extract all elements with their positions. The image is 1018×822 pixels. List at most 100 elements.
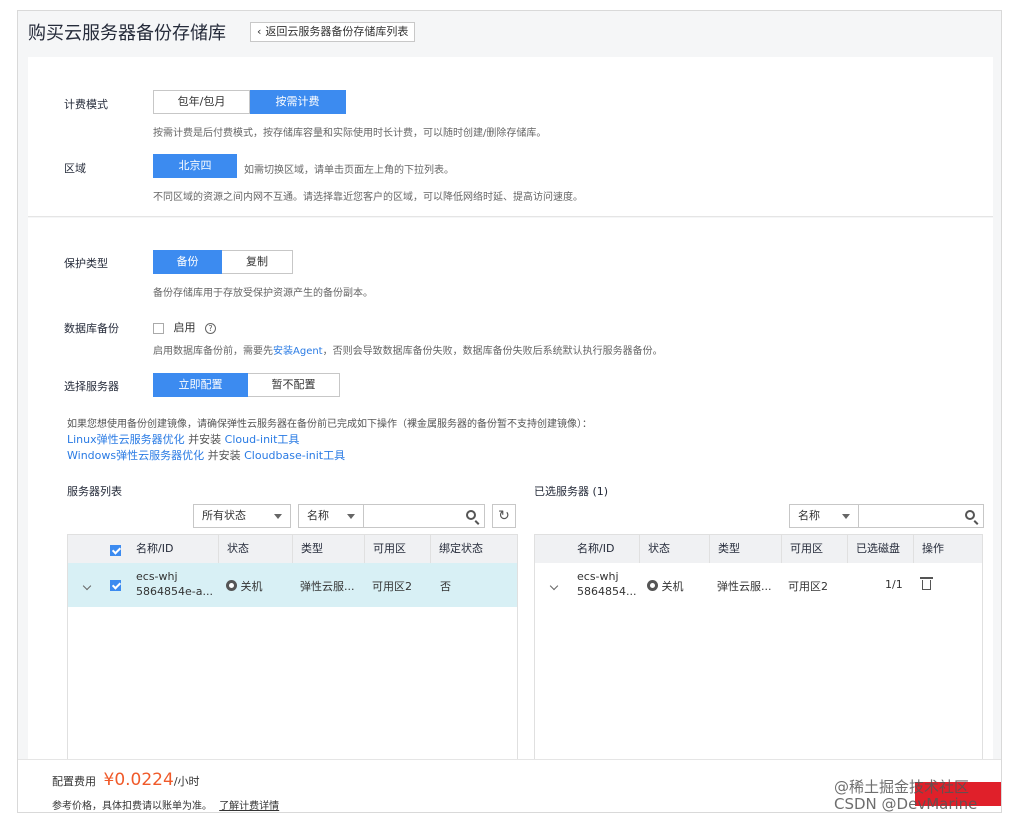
select-server-label: 选择服务器 (64, 380, 119, 393)
server-search-field-value: 名称 (307, 509, 329, 522)
db-backup-toggle[interactable]: 启用 ? (153, 319, 216, 335)
region-hint: 不同区域的资源之间内网不互通。请选择靠近您客户的区域，可以降低网络时延、提高访问… (153, 192, 583, 203)
linux-optimize-link[interactable]: Linux弹性云服务器优化 (67, 433, 185, 446)
check-icon (110, 579, 121, 591)
db-backup-hint-prefix: 启用数据库备份前，需要先 (153, 346, 273, 357)
server-id: 5864854e-a... (136, 585, 213, 598)
region-inline-hint: 如需切换区域，请单击页面左上角的下拉列表。 (244, 165, 454, 176)
billing-hint: 按需计费是后付费模式，按存储库容量和实际使用时长计费，可以随时创建/删除存储库。 (153, 128, 547, 139)
server-name-link[interactable]: ecs-whj (136, 570, 178, 583)
selected-table-row: ecs-whj 58648​54... 关机 弹性云服... 可用区2 1/1 (535, 563, 982, 607)
search-icon[interactable] (466, 510, 476, 520)
selected-server-disks: 1/1 (885, 578, 903, 591)
selected-server-id: 58648​54... (577, 585, 637, 598)
chevron-down-icon (82, 581, 92, 591)
server-table: 名称/ID 状态 类型 可用区 绑定状态 ecs-whj 5864854e-a.… (67, 534, 518, 766)
image-note: 如果您想使用备份创建镜像，请确保弹性云服务器在备份前已完成如下操作（裸金属服务器… (67, 419, 592, 430)
status-filter-select[interactable]: 所有状态 (193, 504, 291, 528)
billing-option-pay-per-use[interactable]: 按需计费 (250, 90, 346, 114)
billing-details-link[interactable]: 了解计费详情 (219, 801, 279, 812)
image-note-windows: Windows弹性云服务器优化 并安装 Cloudbase-init工具 (67, 447, 345, 463)
page-header: 购买云服务器备份存储库 ‹ 返回云服务器备份存储库列表 (18, 11, 1001, 55)
col-type: 类型 (709, 535, 781, 563)
row-checkbox[interactable] (110, 578, 121, 591)
server-az: 可用区2 (372, 580, 412, 593)
server-config-option-now[interactable]: 立即配置 (153, 373, 248, 397)
back-to-list-label: 返回云服务器备份存储库列表 (265, 25, 409, 38)
select-all-checkbox[interactable] (110, 543, 121, 556)
page-title: 购买云服务器备份存储库 (28, 23, 226, 44)
protection-option-backup[interactable]: 备份 (153, 250, 222, 274)
billing-mode-label: 计费模式 (64, 98, 108, 111)
col-name-id: 名称/ID (136, 542, 174, 555)
windows-install-text: 并安装 (204, 449, 245, 462)
expand-row-button[interactable] (82, 579, 92, 592)
db-backup-label: 数据库备份 (64, 322, 119, 335)
server-type: 弹性云服... (300, 580, 355, 593)
caret-down-icon (842, 514, 850, 519)
chevron-down-icon (549, 581, 559, 591)
db-backup-hint-suffix: ，否则会导致数据库备份失败，数据库备份失败后系统默认执行服务器备份。 (322, 346, 663, 357)
server-status: 关机 (226, 578, 263, 594)
refresh-button[interactable]: ↻ (492, 504, 516, 528)
selected-search-field-select[interactable]: 名称 (789, 504, 859, 528)
region-option-beijing4[interactable]: 北京四 (153, 154, 237, 178)
power-off-icon (647, 580, 658, 591)
server-status-text: 关机 (240, 580, 263, 593)
billing-region-panel: 计费模式 包年/包月 按需计费 按需计费是后付费模式，按存储库容量和实际使用时长… (28, 57, 993, 217)
db-backup-checkbox[interactable] (153, 322, 164, 334)
selected-search-input[interactable] (858, 504, 984, 528)
install-agent-link[interactable]: 安装Agent (273, 346, 323, 357)
check-icon (110, 544, 121, 556)
refresh-icon: ↻ (498, 508, 510, 524)
windows-optimize-link[interactable]: Windows弹性云服务器优化 (67, 449, 204, 462)
cloud-init-link[interactable]: Cloud-init工具 (225, 433, 300, 446)
remove-server-button[interactable] (920, 577, 933, 593)
search-icon[interactable] (965, 510, 975, 520)
billing-mode-selector: 包年/包月 按需计费 (153, 90, 346, 114)
selected-server-az: 可用区2 (788, 580, 828, 593)
server-list-title: 服务器列表 (67, 485, 122, 498)
expand-row-button[interactable] (549, 579, 559, 592)
server-config-selector: 立即配置 暂不配置 (153, 373, 340, 397)
server-search-input[interactable] (363, 504, 485, 528)
watermark-csdn: CSDN @DevMarine (834, 795, 978, 813)
db-backup-checkbox-label: 启用 (173, 321, 196, 334)
db-backup-hint: 启用数据库备份前，需要先安装Agent，否则会导致数据库备份失败，数据库备份失败… (153, 342, 663, 357)
selected-servers-title: 已选服务器 (1) (534, 485, 609, 498)
billing-option-yearly-monthly[interactable]: 包年/包月 (153, 90, 250, 114)
server-table-header: 名称/ID 状态 类型 可用区 绑定状态 (68, 535, 517, 563)
server-bind-status: 否 (440, 580, 451, 593)
protection-type-label: 保护类型 (64, 257, 108, 270)
col-status: 状态 (639, 535, 709, 563)
server-config-option-later[interactable]: 暂不配置 (248, 373, 340, 397)
col-bind-status: 绑定状态 (430, 535, 518, 563)
protection-option-replication[interactable]: 复制 (222, 250, 293, 274)
col-name-id: 名称/ID (577, 542, 615, 555)
selected-server-status-text: 关机 (661, 580, 684, 593)
linux-install-text: 并安装 (184, 433, 225, 446)
page-frame: 购买云服务器备份存储库 ‹ 返回云服务器备份存储库列表 计费模式 包年/包月 按… (17, 10, 1002, 813)
price-line: 配置费用 ¥0.0224/小时 (52, 770, 200, 790)
chevron-left-icon: ‹ (257, 25, 262, 38)
watermark-juejin: @稀土掘金技术社区 (834, 778, 970, 796)
status-filter-value: 所有状态 (202, 509, 246, 522)
price-unit: /小时 (173, 775, 200, 788)
price-label: 配置费用 (52, 775, 96, 788)
caret-down-icon (274, 514, 282, 519)
col-actions: 操作 (913, 535, 983, 563)
server-search-field-select[interactable]: 名称 (298, 504, 364, 528)
region-selector: 北京四 (153, 154, 237, 178)
caret-down-icon (347, 514, 355, 519)
cloudbase-init-link[interactable]: Cloudbase-init工具 (244, 449, 345, 462)
help-icon[interactable]: ? (205, 322, 216, 334)
price-note: 参考价格，具体扣费请以账单为准。 了解计费详情 (52, 797, 279, 812)
selected-search-field-value: 名称 (798, 509, 820, 522)
selected-server-type: 弹性云服... (717, 580, 772, 593)
image-note-linux: Linux弹性云服务器优化 并安装 Cloud-init工具 (67, 431, 299, 447)
selected-server-name-link[interactable]: ecs-whj (577, 570, 619, 583)
selected-table-header: 名称/ID 状态 类型 可用区 已选磁盘 操作 (535, 535, 982, 563)
server-table-row[interactable]: ecs-whj 5864854e-a... 关机 弹性云服... 可用区2 否 (68, 563, 517, 607)
back-to-list-button[interactable]: ‹ 返回云服务器备份存储库列表 (250, 22, 416, 42)
protection-type-selector: 备份 复制 (153, 250, 293, 274)
